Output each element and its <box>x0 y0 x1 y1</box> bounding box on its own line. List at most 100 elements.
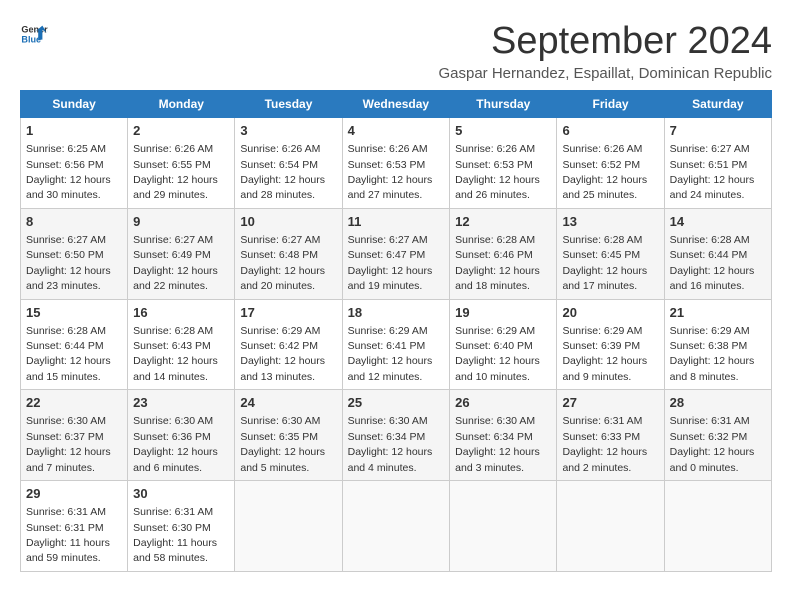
col-tuesday: Tuesday <box>235 91 342 118</box>
day-info: Sunrise: 6:29 AMSunset: 6:41 PMDaylight:… <box>348 325 433 383</box>
day-info: Sunrise: 6:30 AMSunset: 6:35 PMDaylight:… <box>240 415 325 473</box>
calendar-week-5: 29 Sunrise: 6:31 AMSunset: 6:31 PMDayligh… <box>21 481 772 572</box>
day-number: 19 <box>455 304 551 322</box>
table-row: 11 Sunrise: 6:27 AMSunset: 6:47 PMDayligh… <box>342 208 450 299</box>
table-row: 16Sunrise: 6:28 AMSunset: 6:43 PMDayligh… <box>128 299 235 390</box>
day-info: Sunrise: 6:27 AMSunset: 6:51 PMDaylight:… <box>670 143 755 201</box>
table-row: 26 Sunrise: 6:30 AMSunset: 6:34 PMDayligh… <box>450 390 557 481</box>
table-row: 5 Sunrise: 6:26 AMSunset: 6:53 PMDaylight… <box>450 118 557 209</box>
table-row: 25 Sunrise: 6:30 AMSunset: 6:34 PMDayligh… <box>342 390 450 481</box>
day-info: Sunrise: 6:31 AMSunset: 6:31 PMDaylight:… <box>26 506 110 564</box>
table-row: 17Sunrise: 6:29 AMSunset: 6:42 PMDayligh… <box>235 299 342 390</box>
day-info: Sunrise: 6:29 AMSunset: 6:39 PMDaylight:… <box>562 325 647 383</box>
day-info: Sunrise: 6:28 AMSunset: 6:45 PMDaylight:… <box>562 234 647 292</box>
day-number: 2 <box>133 122 229 140</box>
table-row <box>557 481 664 572</box>
table-row: 13Sunrise: 6:28 AMSunset: 6:45 PMDayligh… <box>557 208 664 299</box>
day-number: 11 <box>348 213 445 231</box>
day-number: 12 <box>455 213 551 231</box>
day-number: 4 <box>348 122 445 140</box>
day-number: 30 <box>133 485 229 503</box>
day-info: Sunrise: 6:28 AMSunset: 6:44 PMDaylight:… <box>670 234 755 292</box>
table-row: 24Sunrise: 6:30 AMSunset: 6:35 PMDayligh… <box>235 390 342 481</box>
table-row: 20 Sunrise: 6:29 AMSunset: 6:39 PMDayligh… <box>557 299 664 390</box>
day-info: Sunrise: 6:29 AMSunset: 6:40 PMDaylight:… <box>455 325 540 383</box>
day-number: 15 <box>26 304 122 322</box>
day-number: 7 <box>670 122 766 140</box>
day-info: Sunrise: 6:28 AMSunset: 6:46 PMDaylight:… <box>455 234 540 292</box>
col-wednesday: Wednesday <box>342 91 450 118</box>
calendar-week-3: 15 Sunrise: 6:28 AMSunset: 6:44 PMDayligh… <box>21 299 772 390</box>
day-info: Sunrise: 6:27 AMSunset: 6:48 PMDaylight:… <box>240 234 325 292</box>
table-row: 14 Sunrise: 6:28 AMSunset: 6:44 PMDayligh… <box>664 208 771 299</box>
day-info: Sunrise: 6:30 AMSunset: 6:37 PMDaylight:… <box>26 415 111 473</box>
day-info: Sunrise: 6:26 AMSunset: 6:53 PMDaylight:… <box>455 143 540 201</box>
day-number: 20 <box>562 304 658 322</box>
day-number: 22 <box>26 394 122 412</box>
day-info: Sunrise: 6:26 AMSunset: 6:54 PMDaylight:… <box>240 143 325 201</box>
table-row: 1 Sunrise: 6:25 AMSunset: 6:56 PMDaylight… <box>21 118 128 209</box>
day-number: 5 <box>455 122 551 140</box>
day-info: Sunrise: 6:28 AMSunset: 6:44 PMDaylight:… <box>26 325 111 383</box>
table-row <box>342 481 450 572</box>
table-row: 27 Sunrise: 6:31 AMSunset: 6:33 PMDayligh… <box>557 390 664 481</box>
day-info: Sunrise: 6:27 AMSunset: 6:49 PMDaylight:… <box>133 234 218 292</box>
header: General Blue September 2024 Gaspar Herna… <box>20 20 772 82</box>
day-number: 14 <box>670 213 766 231</box>
table-row: 30 Sunrise: 6:31 AMSunset: 6:30 PMDayligh… <box>128 481 235 572</box>
month-title: September 2024 <box>438 20 772 63</box>
table-row <box>450 481 557 572</box>
day-number: 18 <box>348 304 445 322</box>
day-number: 25 <box>348 394 445 412</box>
day-info: Sunrise: 6:30 AMSunset: 6:34 PMDaylight:… <box>348 415 433 473</box>
day-info: Sunrise: 6:30 AMSunset: 6:36 PMDaylight:… <box>133 415 218 473</box>
day-number: 27 <box>562 394 658 412</box>
day-info: Sunrise: 6:27 AMSunset: 6:47 PMDaylight:… <box>348 234 433 292</box>
day-number: 3 <box>240 122 336 140</box>
table-row: 29 Sunrise: 6:31 AMSunset: 6:31 PMDayligh… <box>21 481 128 572</box>
day-info: Sunrise: 6:26 AMSunset: 6:55 PMDaylight:… <box>133 143 218 201</box>
table-row: 9 Sunrise: 6:27 AMSunset: 6:49 PMDaylight… <box>128 208 235 299</box>
day-info: Sunrise: 6:25 AMSunset: 6:56 PMDaylight:… <box>26 143 111 201</box>
day-number: 9 <box>133 213 229 231</box>
table-row: 18 Sunrise: 6:29 AMSunset: 6:41 PMDayligh… <box>342 299 450 390</box>
day-number: 6 <box>562 122 658 140</box>
day-info: Sunrise: 6:26 AMSunset: 6:52 PMDaylight:… <box>562 143 647 201</box>
col-sunday: Sunday <box>21 91 128 118</box>
subtitle: Gaspar Hernandez, Espaillat, Dominican R… <box>438 65 772 82</box>
table-row: 15 Sunrise: 6:28 AMSunset: 6:44 PMDayligh… <box>21 299 128 390</box>
day-info: Sunrise: 6:31 AMSunset: 6:30 PMDaylight:… <box>133 506 217 564</box>
table-row <box>235 481 342 572</box>
col-saturday: Saturday <box>664 91 771 118</box>
day-number: 8 <box>26 213 122 231</box>
table-row: 21Sunrise: 6:29 AMSunset: 6:38 PMDayligh… <box>664 299 771 390</box>
table-row: 4 Sunrise: 6:26 AMSunset: 6:53 PMDaylight… <box>342 118 450 209</box>
day-info: Sunrise: 6:30 AMSunset: 6:34 PMDaylight:… <box>455 415 540 473</box>
table-row: 7 Sunrise: 6:27 AMSunset: 6:51 PMDaylight… <box>664 118 771 209</box>
day-info: Sunrise: 6:31 AMSunset: 6:33 PMDaylight:… <box>562 415 647 473</box>
day-info: Sunrise: 6:27 AMSunset: 6:50 PMDaylight:… <box>26 234 111 292</box>
day-number: 17 <box>240 304 336 322</box>
table-row: 8 Sunrise: 6:27 AMSunset: 6:50 PMDaylight… <box>21 208 128 299</box>
day-info: Sunrise: 6:29 AMSunset: 6:38 PMDaylight:… <box>670 325 755 383</box>
table-row: 19 Sunrise: 6:29 AMSunset: 6:40 PMDayligh… <box>450 299 557 390</box>
logo: General Blue <box>20 20 48 48</box>
svg-text:Blue: Blue <box>21 34 41 44</box>
day-number: 29 <box>26 485 122 503</box>
day-number: 16 <box>133 304 229 322</box>
day-info: Sunrise: 6:26 AMSunset: 6:53 PMDaylight:… <box>348 143 433 201</box>
table-row <box>664 481 771 572</box>
table-row: 10Sunrise: 6:27 AMSunset: 6:48 PMDayligh… <box>235 208 342 299</box>
day-number: 26 <box>455 394 551 412</box>
table-row: 23 Sunrise: 6:30 AMSunset: 6:36 PMDayligh… <box>128 390 235 481</box>
day-number: 23 <box>133 394 229 412</box>
title-block: September 2024 Gaspar Hernandez, Espaill… <box>438 20 772 82</box>
day-number: 28 <box>670 394 766 412</box>
calendar-week-1: 1 Sunrise: 6:25 AMSunset: 6:56 PMDaylight… <box>21 118 772 209</box>
day-number: 1 <box>26 122 122 140</box>
table-row: 12 Sunrise: 6:28 AMSunset: 6:46 PMDayligh… <box>450 208 557 299</box>
day-info: Sunrise: 6:31 AMSunset: 6:32 PMDaylight:… <box>670 415 755 473</box>
table-row: 6 Sunrise: 6:26 AMSunset: 6:52 PMDaylight… <box>557 118 664 209</box>
col-monday: Monday <box>128 91 235 118</box>
logo-icon: General Blue <box>20 20 48 48</box>
